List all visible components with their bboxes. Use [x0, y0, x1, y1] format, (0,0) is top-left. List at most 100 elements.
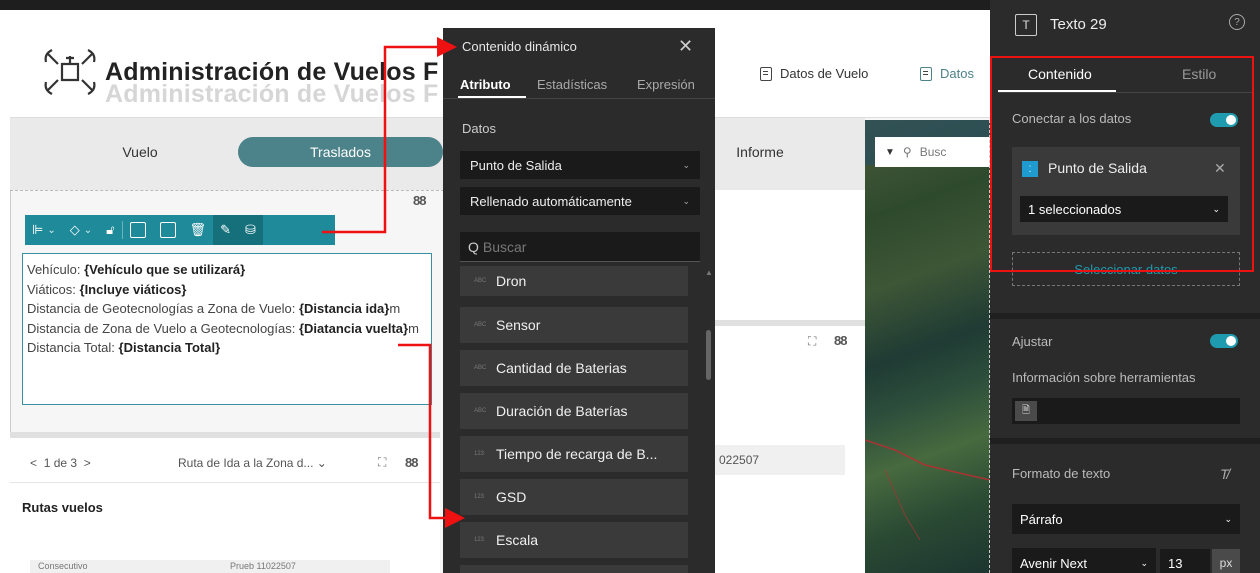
drone-logo-icon: [44, 49, 96, 95]
align-icon: ⊫: [32, 222, 44, 237]
fill-mode-select[interactable]: Rellenado automáticamente ⌄: [460, 187, 700, 215]
routes-title: Rutas vuelos: [22, 500, 103, 515]
widget-menu-icon[interactable]: 88: [834, 333, 848, 348]
font-select[interactable]: Avenir Next ⌄: [1012, 548, 1156, 573]
divider: [10, 482, 440, 483]
attribute-item[interactable]: ABC Sensor: [460, 307, 688, 343]
tab-expresion[interactable]: Expresión: [637, 77, 695, 92]
number-type-icon: 123: [474, 494, 485, 500]
fit-toggle[interactable]: [1210, 334, 1238, 348]
tooltip-label: Información sobre herramientas: [1012, 370, 1196, 385]
layers-icon: ◇: [69, 222, 80, 237]
clear-selection-icon[interactable]: ⛶: [378, 455, 386, 470]
delete-button[interactable]: 🗑︎: [183, 215, 214, 245]
copy-style-button[interactable]: [153, 215, 183, 245]
table-row: Consecutivo Prueb 11022507: [30, 560, 390, 573]
map-search[interactable]: ▼ ⚲ Busc: [875, 137, 990, 167]
align-button[interactable]: ⊫ ⌄: [25, 215, 63, 245]
chevron-down-icon: ⌄: [1140, 557, 1148, 568]
trash-icon: 🗑︎: [189, 222, 207, 237]
prev-icon[interactable]: <: [30, 456, 37, 470]
text-type-icon: ABC: [474, 408, 487, 414]
lock-button[interactable]: 🔓︎: [99, 215, 121, 245]
widget-menu-icon[interactable]: 88: [413, 193, 427, 208]
text-type-icon: ABC: [474, 365, 487, 371]
attribute-item[interactable]: 123 GSD: [460, 479, 688, 515]
attribute-item[interactable]: 123 Escala: [460, 522, 688, 558]
attribute-item[interactable]: ABC Cantidad de Baterias: [460, 350, 688, 386]
fit-label: Ajustar: [1012, 334, 1053, 349]
attribute-item[interactable]: ABC Duración de Baterías: [460, 393, 688, 429]
tab-informe[interactable]: Informe: [700, 137, 820, 167]
section-divider: [990, 313, 1260, 319]
text-line-distancia-total: Distancia Total: {Distancia Total}: [27, 340, 221, 355]
number-type-icon: 123: [474, 451, 485, 457]
highlight-box: [990, 56, 1254, 272]
text-widget[interactable]: Vehículo: {Vehículo que se utilizará} Vi…: [22, 253, 432, 405]
pager[interactable]: < 1 de 3 >: [30, 456, 91, 470]
tab-vuelo[interactable]: Vuelo: [70, 137, 210, 167]
tab-estadisticas[interactable]: Estadísticas: [537, 77, 607, 92]
dynamic-content-button[interactable]: ⛁: [237, 215, 263, 245]
lock-icon: 🔓︎: [106, 222, 115, 237]
tab-atributo[interactable]: Atributo: [460, 77, 511, 92]
chevron-down-icon: ⌄: [1224, 513, 1232, 524]
scroll-up-icon[interactable]: ▲: [705, 268, 713, 277]
unit-label: px: [1212, 549, 1240, 573]
paragraph-select[interactable]: Párrafo ⌄: [1012, 504, 1240, 534]
chevron-down-icon: ⌄: [682, 195, 690, 206]
text-format-label: Formato de texto: [1012, 466, 1111, 481]
database-icon: ⛁: [244, 222, 256, 237]
layer-dropdown-icon[interactable]: ▼: [885, 147, 895, 158]
app-title: Administración de Vuelos F: [105, 58, 439, 86]
attribute-item[interactable]: [460, 565, 688, 573]
document-icon: [920, 66, 932, 81]
attribute-item[interactable]: 123 Tiempo de recarga de B...: [460, 436, 688, 472]
tooltip-input[interactable]: [1012, 398, 1240, 424]
clear-selection-icon[interactable]: ⛶: [808, 334, 816, 349]
text-line-distancia-vuelta: Distancia de Zona de Vuelo a Geotecnolog…: [27, 320, 419, 336]
mid-widget: [715, 190, 865, 573]
data-source-select[interactable]: Punto de Salida ⌄: [460, 151, 700, 179]
chevron-down-icon: ⌄: [682, 159, 690, 170]
document-icon: [760, 66, 772, 81]
document-icon[interactable]: 🗎︎: [1015, 401, 1037, 421]
header-link-datos-vuelo[interactable]: Datos de Vuelo: [760, 66, 868, 81]
widget-toolbar: ⊫ ⌄ ◇ ⌄ 🔓︎ 🗑︎ ✎ ⛁: [25, 215, 335, 245]
widget-menu-icon[interactable]: 88: [405, 455, 419, 470]
edit-button[interactable]: ✎: [213, 215, 238, 245]
active-tab-indicator: [458, 96, 526, 98]
tabs-divider: [443, 98, 715, 99]
duplicate-button[interactable]: [123, 215, 153, 245]
scrollbar-thumb[interactable]: [706, 330, 711, 380]
duplicate-icon: [129, 222, 146, 238]
text-line-vehiculo: Vehículo: {Vehículo que se utilizará}: [27, 262, 246, 277]
close-icon[interactable]: ✕: [678, 36, 693, 57]
top-bar: [0, 0, 990, 10]
settings-title: Texto 29: [1050, 16, 1107, 33]
layer-button[interactable]: ◇ ⌄: [63, 215, 99, 245]
number-type-icon: 123: [474, 537, 485, 543]
text-widget-icon: T: [1015, 14, 1037, 36]
next-icon[interactable]: >: [84, 456, 91, 470]
datos-label: Datos: [462, 121, 496, 136]
table-row: 022507: [715, 445, 845, 475]
search-icon: Q: [468, 238, 479, 255]
text-line-viaticos: Viáticos: {Incluye viáticos}: [27, 281, 187, 297]
clear-format-icon[interactable]: T̸: [1220, 466, 1229, 482]
tab-traslados[interactable]: Traslados: [238, 137, 443, 167]
pencil-icon: ✎: [220, 222, 231, 237]
map-search-input[interactable]: Busc: [920, 145, 947, 159]
map-route-lines: [865, 439, 990, 541]
attribute-search-input[interactable]: Q Buscar: [460, 232, 700, 262]
route-select[interactable]: Ruta de Ida a la Zona d... ⌄: [178, 456, 327, 470]
dynamic-panel-title: Contenido dinámico: [462, 39, 577, 54]
attribute-item[interactable]: ABC Dron: [460, 266, 688, 296]
font-size-input[interactable]: 13: [1160, 549, 1210, 573]
text-line-distancia-ida: Distancia de Geotecnologías a Zona de Vu…: [27, 301, 401, 316]
help-icon[interactable]: ?: [1229, 14, 1245, 30]
copy-style-icon: [159, 222, 176, 238]
header-link-datos[interactable]: Datos: [920, 66, 974, 81]
text-type-icon: ABC: [474, 278, 487, 284]
search-icon: ⚲: [902, 145, 912, 159]
